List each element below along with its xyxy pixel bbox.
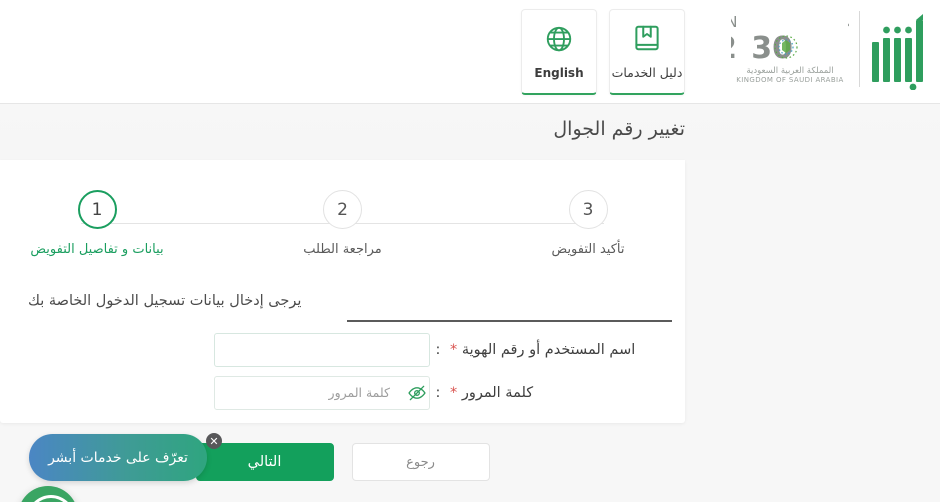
step-2-label: مراجعة الطلب [303,242,382,257]
password-label: كلمة المرور * [446,385,663,401]
wizard-stepper: 3 تأكيد التفويض 2 مراجعة الطلب 1 بيانات … [0,190,685,270]
vision-2030-logo: رؤيــة VISION 2 30 المملكة العربية السعو… [678,10,880,88]
username-input[interactable] [214,332,430,367]
step-2-number: 2 [323,190,362,229]
svg-text:VISION: VISION [731,13,739,31]
book-icon [632,23,662,53]
absher-change-mobile-page: رؤيــة VISION 2 30 المملكة العربية السعو… [0,0,940,502]
password-input[interactable]: كلمة المرور [214,375,430,410]
login-form: اسم المستخدم أو رقم الهوية * : كلمة المر… [0,328,685,414]
step-1-label: بيانات و تفاصيل التفويض [30,242,164,257]
step-3-number: 3 [568,190,608,229]
page-title-strip: تغيير رقم الجوال [0,104,940,160]
username-colon: : [435,341,441,358]
password-required-mark: * [450,384,458,401]
chat-promo-bubble[interactable]: تعرّف على خدمات أبشر [29,434,207,481]
password-row: كلمة المرور * : كلمة المرور [0,371,685,414]
site-header: رؤيــة VISION 2 30 المملكة العربية السعو… [0,0,940,104]
absher-logo-icon[interactable] [870,8,928,91]
svg-text:رؤيــة: رؤيــة [847,15,849,31]
username-row: اسم المستخدم أو رقم الهوية * : [0,328,685,371]
password-colon: : [435,384,441,401]
chat-launcher-button[interactable] [18,486,78,502]
svg-text:KINGDOM OF SAUDI ARABIA: KINGDOM OF SAUDI ARABIA [736,76,843,84]
brand-logos: رؤيــة VISION 2 30 المملكة العربية السعو… [678,8,928,91]
page-title: تغيير رقم الجوال [553,118,685,140]
svg-text:المملكة العربية السعودية: المملكة العربية السعودية [746,66,833,76]
step-1[interactable]: 1 بيانات و تفاصيل التفويض [22,190,172,257]
step-1-number: 1 [77,190,117,229]
password-label-text: كلمة المرور [461,384,534,401]
svg-text:2: 2 [731,31,737,66]
login-instruction: يرجى إدخال بيانات تسجيل الدخول الخاصة بك [28,293,302,309]
brand-divider [859,11,860,87]
step-3-label: تأكيد التفويض [551,242,625,257]
step-3[interactable]: 3 تأكيد التفويض [513,190,663,257]
globe-icon [544,24,574,54]
language-english-label: English [534,65,584,80]
username-label: اسم المستخدم أو رقم الهوية * [446,342,663,358]
language-english-button[interactable]: English [521,9,597,95]
step-2[interactable]: 2 مراجعة الطلب [268,190,418,257]
eye-slash-icon[interactable] [407,383,427,403]
chat-close-icon[interactable]: ✕ [206,433,222,449]
instruction-divider [347,320,672,322]
services-guide-button[interactable]: دليل الخدمات [609,9,685,95]
services-guide-label: دليل الخدمات [611,65,683,80]
header-action-buttons: دليل الخدمات English [521,9,685,95]
username-required-mark: * [450,341,458,358]
form-card: 3 تأكيد التفويض 2 مراجعة الطلب 1 بيانات … [0,160,685,423]
back-button[interactable]: رجوع [351,443,490,481]
username-label-text: اسم المستخدم أو رقم الهوية [461,341,636,358]
password-placeholder: كلمة المرور [328,385,390,400]
